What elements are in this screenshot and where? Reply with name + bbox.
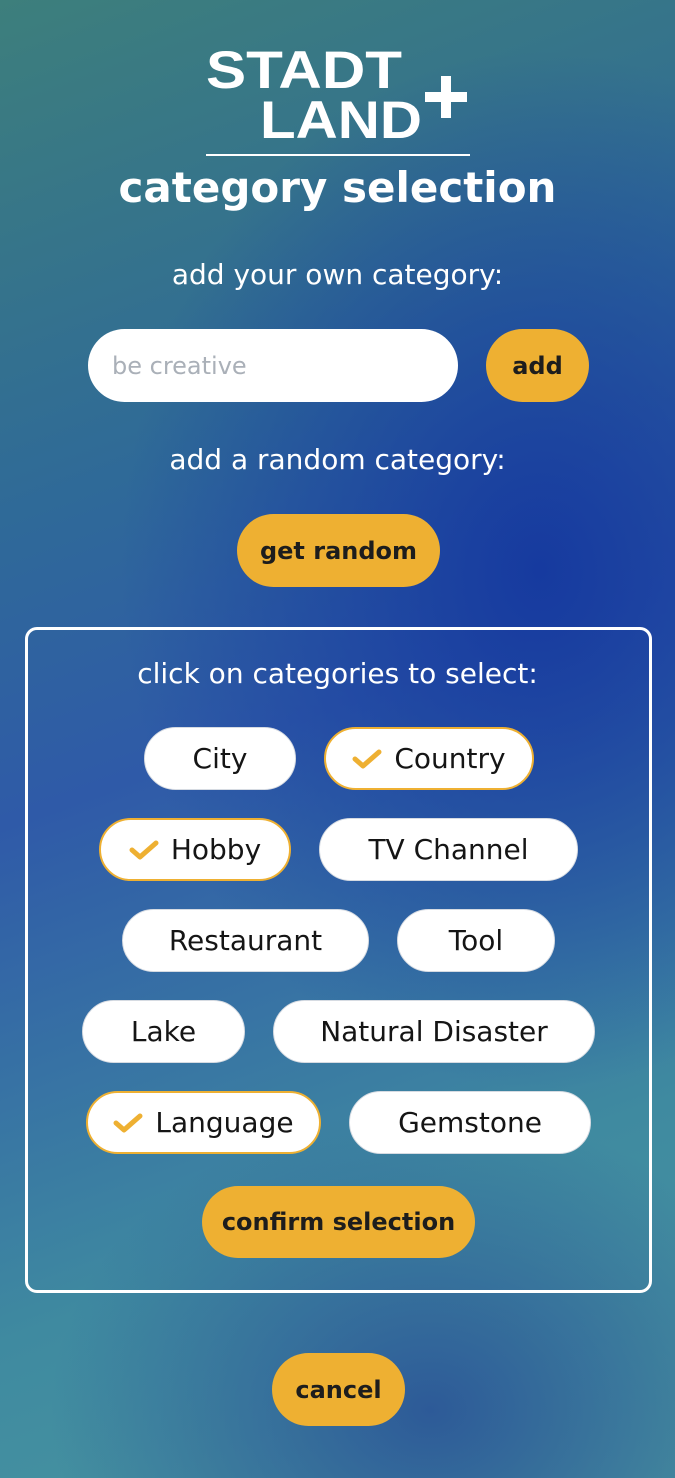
category-chip[interactable]: Country (324, 727, 534, 790)
category-chip-label: Country (394, 742, 506, 775)
category-chip[interactable]: Restaurant (122, 909, 369, 972)
page-title: category selection (118, 163, 557, 212)
confirm-selection-button[interactable]: confirm selection (202, 1186, 475, 1258)
get-random-button[interactable]: get random (237, 514, 440, 587)
category-chip[interactable]: TV Channel (319, 818, 578, 881)
logo-underline (206, 154, 470, 156)
category-chip-label: Restaurant (168, 924, 323, 957)
logo-plus-icon (425, 76, 467, 118)
category-chip-label: Natural Disaster (320, 1015, 548, 1048)
category-chip-label: Lake (130, 1015, 197, 1048)
random-category-label: add a random category: (169, 443, 506, 476)
category-chip[interactable]: Hobby (99, 818, 291, 881)
category-chip-label: Hobby (170, 833, 262, 866)
category-chip-label: Tool (448, 924, 504, 957)
category-chip[interactable]: City (144, 727, 296, 790)
add-button[interactable]: add (486, 329, 589, 402)
select-instructions: click on categories to select: (137, 657, 538, 690)
category-chip[interactable]: Lake (82, 1000, 245, 1063)
category-chip-label: Language (155, 1106, 294, 1139)
own-category-label: add your own category: (171, 258, 504, 291)
cancel-button[interactable]: cancel (272, 1353, 405, 1426)
category-chip[interactable]: Natural Disaster (273, 1000, 595, 1063)
checkmark-icon (352, 749, 382, 768)
category-chip-label: TV Channel (368, 833, 529, 866)
category-chip-label: Gemstone (398, 1106, 542, 1139)
logo-text-land: LAND (260, 91, 422, 150)
category-chip[interactable]: Language (86, 1091, 321, 1154)
stadt-land-plus-logo: STADT LAND (206, 44, 467, 150)
category-chip[interactable]: Tool (397, 909, 555, 972)
category-input[interactable] (88, 329, 458, 402)
checkmark-icon (129, 840, 159, 859)
category-chip[interactable]: Gemstone (349, 1091, 591, 1154)
checkmark-icon (113, 1113, 143, 1132)
category-chip-label: City (192, 742, 248, 775)
